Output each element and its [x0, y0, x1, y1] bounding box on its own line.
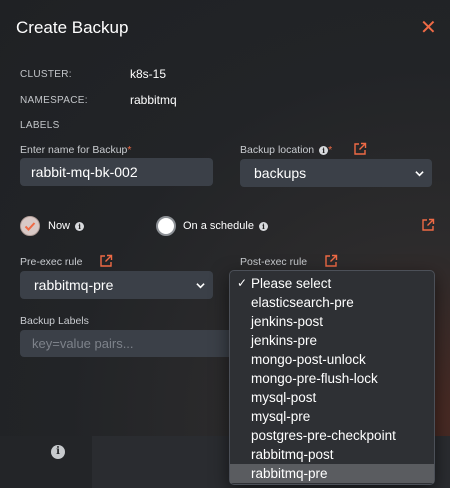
- backup-name-input[interactable]: [20, 158, 213, 186]
- info-icon: i: [319, 146, 329, 155]
- post-exec-option-label: rabbitmq-post: [251, 447, 334, 462]
- post-exec-option[interactable]: mongo-post-unlock: [230, 350, 434, 369]
- post-exec-option[interactable]: elasticsearch-pre: [230, 293, 434, 312]
- backup-name-label: Enter name for Backup*: [20, 144, 131, 156]
- post-exec-option-label: mysql-post: [251, 390, 317, 405]
- checkmark-icon: ✓: [237, 276, 248, 290]
- now-radio[interactable]: [20, 216, 40, 236]
- pre-exec-value: rabbitmq-pre: [34, 277, 114, 293]
- post-exec-option-label: mongo-post-unlock: [251, 352, 366, 367]
- checkmark-icon: [24, 222, 36, 231]
- post-exec-option-label: mongo-pre-flush-lock: [251, 371, 378, 386]
- external-link-icon[interactable]: [421, 218, 435, 232]
- required-mark: *: [328, 144, 333, 156]
- namespace-value: rabbitmq: [130, 93, 177, 107]
- backup-name-label-text: Enter name for Backup: [20, 144, 128, 156]
- post-exec-option[interactable]: ✓ Please select: [230, 274, 434, 293]
- backup-location-label-text: Backup location: [240, 144, 315, 156]
- backup-location-label: Backup location i *: [240, 144, 332, 156]
- backup-labels-input[interactable]: [20, 330, 230, 357]
- post-exec-option[interactable]: mongo-pre-flush-lock: [230, 369, 434, 388]
- post-exec-option-label: elasticsearch-pre: [251, 295, 354, 310]
- post-exec-label: Post-exec rule: [240, 256, 308, 268]
- post-exec-dropdown-menu: ✓ Please select elasticsearch-pre jenkins-p…: [229, 270, 435, 485]
- pre-exec-label: Pre-exec rule: [20, 256, 83, 268]
- footer-left-panel: [0, 436, 92, 488]
- now-label: Now i: [48, 220, 85, 232]
- backup-location-value: backups: [254, 165, 307, 181]
- external-link-icon[interactable]: [324, 254, 338, 268]
- backup-location-select[interactable]: backups: [240, 159, 432, 187]
- post-exec-option-label: postgres-pre-checkpoint: [251, 428, 396, 443]
- backup-labels-label: Backup Labels: [20, 315, 89, 327]
- labels-label: LABELS: [20, 120, 60, 131]
- cluster-label: CLUSTER:: [20, 69, 72, 80]
- post-exec-option-label: mysql-pre: [251, 409, 311, 424]
- on-schedule-label: On a schedule i: [183, 220, 268, 232]
- post-exec-option-label: jenkins-post: [251, 314, 324, 329]
- now-label-text: Now: [48, 220, 71, 232]
- pre-exec-select[interactable]: rabbitmq-pre: [20, 271, 213, 299]
- post-exec-option[interactable]: mysql-pre: [230, 407, 434, 426]
- chevron-down-icon: [196, 283, 205, 289]
- on-schedule-radio[interactable]: [156, 216, 176, 236]
- post-exec-option-label: rabbitmq-pre: [251, 466, 328, 481]
- namespace-label: NAMESPACE:: [20, 95, 88, 106]
- chevron-down-icon: [415, 171, 424, 177]
- cluster-value: k8s-15: [130, 67, 167, 81]
- post-exec-option[interactable]: jenkins-pre: [230, 331, 434, 350]
- required-mark: *: [127, 144, 132, 156]
- post-exec-option-label: Please select: [251, 276, 332, 291]
- post-exec-option-label: jenkins-pre: [251, 333, 318, 348]
- info-icon: i: [75, 222, 85, 231]
- post-exec-option[interactable]: jenkins-post: [230, 312, 434, 331]
- create-backup-dialog: Create Backup ✕ CLUSTER: k8s-15 NAMESPAC…: [0, 0, 450, 488]
- post-exec-option[interactable]: rabbitmq-pre: [230, 464, 434, 483]
- on-schedule-label-text: On a schedule: [183, 220, 254, 232]
- post-exec-option[interactable]: rabbitmq-post: [230, 445, 434, 464]
- dialog-title: Create Backup: [16, 18, 129, 37]
- info-icon[interactable]: i: [51, 445, 65, 459]
- post-exec-option[interactable]: mysql-post: [230, 388, 434, 407]
- info-icon: i: [259, 222, 268, 231]
- post-exec-option[interactable]: postgres-pre-checkpoint: [230, 426, 434, 445]
- close-icon[interactable]: ✕: [420, 18, 437, 38]
- external-link-icon[interactable]: [353, 142, 367, 156]
- external-link-icon[interactable]: [99, 254, 113, 268]
